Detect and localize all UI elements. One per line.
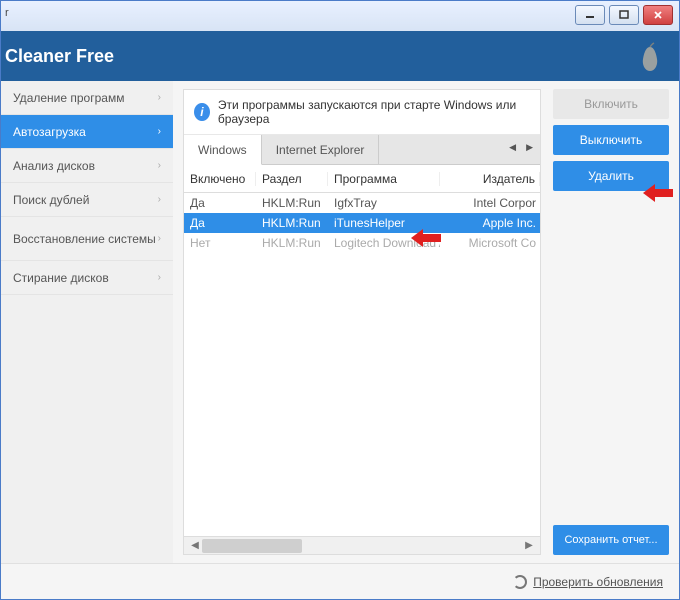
sidebar-item-label: Анализ дисков bbox=[13, 159, 95, 173]
cell-section: HKLM:Run bbox=[256, 236, 328, 250]
cell-publisher: Microsoft Co bbox=[440, 236, 540, 250]
window-close-button[interactable] bbox=[643, 5, 673, 25]
info-icon: i bbox=[194, 103, 210, 121]
window-maximize-button[interactable] bbox=[609, 5, 639, 25]
chevron-right-icon: › bbox=[158, 92, 161, 103]
scroll-thumb[interactable] bbox=[202, 539, 302, 553]
chevron-right-icon: › bbox=[158, 233, 161, 244]
table-body: ДаHKLM:RunIgfxTrayIntel CorporДаHKLM:Run… bbox=[184, 193, 540, 536]
sidebar-item-0[interactable]: Удаление программ › bbox=[1, 81, 173, 115]
cell-program: IgfxTray bbox=[328, 196, 440, 210]
window-minimize-button[interactable] bbox=[575, 5, 605, 25]
statusbar: Проверить обновления bbox=[1, 563, 679, 599]
horizontal-scrollbar[interactable]: ◀ ▶ bbox=[184, 536, 540, 554]
pear-logo-icon bbox=[637, 41, 663, 73]
chevron-right-icon: › bbox=[158, 126, 161, 137]
tab-0[interactable]: Windows bbox=[184, 135, 262, 165]
app-title: Cleaner Free bbox=[5, 46, 114, 67]
tab-scroll-left-icon[interactable]: ◀ bbox=[506, 140, 519, 155]
actions-panel: Включить Выключить Удалить Сохранить отч… bbox=[553, 89, 669, 555]
cell-enabled: Да bbox=[184, 196, 256, 210]
cell-section: HKLM:Run bbox=[256, 216, 328, 230]
tab-scroll-right-icon[interactable]: ▶ bbox=[523, 140, 536, 155]
cell-program: Logitech Download Assistant bbox=[328, 236, 440, 250]
chevron-right-icon: › bbox=[158, 194, 161, 205]
info-text: Эти программы запускаются при старте Win… bbox=[218, 98, 530, 126]
col-program[interactable]: Программа bbox=[328, 172, 440, 186]
col-enabled[interactable]: Включено bbox=[184, 172, 256, 186]
save-report-button[interactable]: Сохранить отчет... bbox=[553, 525, 669, 555]
cell-enabled: Нет bbox=[184, 236, 256, 250]
sidebar-item-label: Стирание дисков bbox=[13, 271, 109, 285]
sidebar-item-1[interactable]: Автозагрузка › bbox=[1, 115, 173, 149]
sidebar-item-label: Восстановление системы bbox=[13, 232, 156, 246]
chevron-right-icon: › bbox=[158, 160, 161, 171]
disable-button[interactable]: Выключить bbox=[553, 125, 669, 155]
cell-publisher: Intel Corpor bbox=[440, 196, 540, 210]
cell-section: HKLM:Run bbox=[256, 196, 328, 210]
sidebar-item-5[interactable]: Стирание дисков › bbox=[1, 261, 173, 295]
app-header: Cleaner Free bbox=[1, 31, 679, 81]
sidebar-item-label: Автозагрузка bbox=[13, 125, 86, 139]
col-section[interactable]: Раздел bbox=[256, 172, 328, 186]
sidebar-item-3[interactable]: Поиск дублей › bbox=[1, 183, 173, 217]
table-row[interactable]: ДаHKLM:RuniTunesHelperApple Inc. bbox=[184, 213, 540, 233]
check-updates-link[interactable]: Проверить обновления bbox=[533, 575, 663, 589]
sidebar-item-label: Удаление программ bbox=[13, 91, 124, 105]
sidebar-item-4[interactable]: Восстановление системы› bbox=[1, 217, 173, 261]
sidebar: Удаление программ›Автозагрузка›Анализ ди… bbox=[1, 81, 173, 563]
titlebar: r bbox=[1, 1, 679, 31]
tabstrip: WindowsInternet Explorer ◀ ▶ bbox=[184, 135, 540, 165]
table-row[interactable]: ДаHKLM:RunIgfxTrayIntel Corpor bbox=[184, 193, 540, 213]
table-header: Включено Раздел Программа Издатель bbox=[184, 165, 540, 193]
refresh-icon bbox=[513, 575, 527, 589]
cell-publisher: Apple Inc. bbox=[440, 216, 540, 230]
tab-scroll-controls[interactable]: ◀ ▶ bbox=[506, 140, 536, 155]
sidebar-item-2[interactable]: Анализ дисков › bbox=[1, 149, 173, 183]
col-publisher[interactable]: Издатель bbox=[440, 172, 540, 186]
chevron-right-icon: › bbox=[158, 272, 161, 283]
sidebar-item-label: Поиск дублей bbox=[13, 193, 89, 207]
title-fragment: r bbox=[5, 7, 9, 19]
scroll-right-icon[interactable]: ▶ bbox=[520, 540, 538, 551]
enable-button[interactable]: Включить bbox=[553, 89, 669, 119]
table-row[interactable]: НетHKLM:RunLogitech Download AssistantMi… bbox=[184, 233, 540, 253]
cell-program: iTunesHelper bbox=[328, 216, 440, 230]
cell-enabled: Да bbox=[184, 216, 256, 230]
delete-button[interactable]: Удалить bbox=[553, 161, 669, 191]
info-bar: i Эти программы запускаются при старте W… bbox=[184, 90, 540, 135]
tab-1[interactable]: Internet Explorer bbox=[262, 135, 380, 164]
